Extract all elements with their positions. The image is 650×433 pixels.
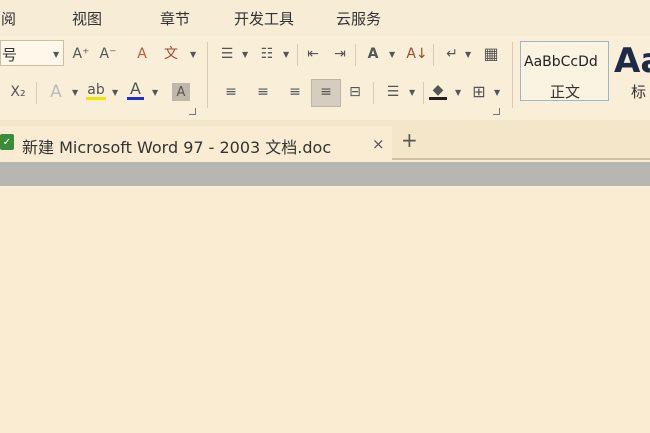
chevron-down-icon[interactable]: ▼ — [409, 88, 415, 97]
paragraph-dialog-launcher[interactable] — [493, 108, 500, 115]
char-scale-icon[interactable]: A — [363, 46, 383, 62]
chevron-down-icon[interactable]: ▼ — [112, 88, 118, 97]
divider — [423, 82, 424, 104]
align-justify-icon[interactable]: ≡ — [317, 84, 335, 100]
grow-font-icon[interactable]: A⁺ — [72, 46, 90, 62]
font-size-value: 号 — [2, 46, 18, 64]
font-color-icon[interactable]: A — [127, 81, 144, 100]
style-normal[interactable]: AaBbCcDd 正文 — [520, 41, 609, 101]
chevron-down-icon[interactable]: ▼ — [494, 88, 500, 97]
document-tab-title: 新建 Microsoft Word 97 - 2003 文档.doc — [22, 138, 332, 157]
style-sample: AaBbCcDd — [524, 54, 598, 70]
document-tab[interactable]: ✓ 新建 Microsoft Word 97 - 2003 文档.doc × — [0, 126, 392, 160]
close-tab-icon[interactable]: × — [372, 135, 385, 153]
divider — [373, 82, 374, 104]
clear-format-icon[interactable]: A — [133, 46, 151, 62]
chevron-down-icon[interactable]: ▼ — [389, 50, 395, 59]
divider — [355, 44, 356, 66]
new-tab-icon[interactable]: + — [401, 128, 418, 152]
show-marks-icon[interactable]: ↵ — [444, 46, 460, 62]
sort-icon[interactable]: A↓ — [406, 46, 427, 62]
align-center-icon[interactable]: ≡ — [254, 84, 272, 100]
bullets-icon[interactable]: ☰ — [218, 46, 236, 62]
style-sample: Aa — [614, 41, 650, 81]
borders-icon[interactable]: ⊞ — [470, 83, 488, 101]
distributed-align-icon[interactable]: ⊟ — [345, 84, 365, 100]
font-size-select[interactable]: 号 ▼ — [0, 40, 64, 66]
chevron-down-icon[interactable]: ▼ — [72, 88, 78, 97]
style-name: 标 — [631, 83, 647, 101]
divider — [207, 42, 208, 108]
document-canvas[interactable] — [0, 186, 650, 433]
menu-cloud[interactable]: 云服务 — [336, 8, 381, 29]
menu-view[interactable]: 视图 — [72, 8, 102, 29]
style-name: 正文 — [550, 83, 581, 101]
char-shading-icon[interactable]: A — [172, 83, 190, 101]
menu-review[interactable]: 审阅 — [0, 8, 16, 29]
table-icon[interactable]: ▦ — [482, 45, 500, 63]
increase-indent-icon[interactable]: ⇥ — [331, 46, 349, 62]
chevron-down-icon: ▼ — [53, 50, 60, 59]
chevron-down-icon[interactable]: ▼ — [455, 88, 461, 97]
chevron-down-icon[interactable]: ▼ — [465, 50, 471, 59]
divider — [297, 44, 298, 66]
font-dialog-launcher[interactable] — [189, 108, 196, 115]
word-doc-icon: ✓ — [0, 134, 14, 150]
numbering-icon[interactable]: ☷ — [258, 46, 276, 62]
ruler-bar — [0, 162, 650, 186]
subscript-icon[interactable]: X₂ — [7, 84, 29, 100]
chevron-down-icon[interactable]: ▼ — [242, 50, 248, 59]
highlight-icon[interactable]: ab — [86, 82, 106, 100]
paragraph-shading-icon[interactable]: ◆ — [429, 82, 447, 100]
text-effect-icon[interactable]: A — [47, 83, 65, 101]
style-heading[interactable]: Aa 标 — [611, 41, 650, 101]
align-left-icon[interactable]: ≡ — [222, 84, 240, 100]
divider — [512, 42, 513, 108]
line-spacing-icon[interactable]: ☰ — [384, 84, 402, 100]
menu-developer[interactable]: 开发工具 — [234, 8, 294, 29]
menu-bar: 审阅 视图 章节 开发工具 云服务 — [0, 0, 650, 36]
divider — [433, 44, 434, 66]
ribbon: 号 ▼ A⁺ A⁻ A 文 ▼ ☰ ▼ ☷ ▼ ⇤ ⇥ A ▼ A↓ ↵ ▼ ▦… — [0, 36, 650, 120]
chevron-down-icon[interactable]: ▼ — [190, 50, 196, 59]
chevron-down-icon[interactable]: ▼ — [152, 88, 158, 97]
divider — [36, 82, 37, 104]
menu-chapter[interactable]: 章节 — [160, 8, 190, 29]
document-tab-bar: ✓ 新建 Microsoft Word 97 - 2003 文档.doc × + — [0, 120, 650, 160]
phonetic-guide-icon[interactable]: 文 — [162, 46, 180, 62]
decrease-indent-icon[interactable]: ⇤ — [304, 46, 322, 62]
shrink-font-icon[interactable]: A⁻ — [99, 46, 117, 62]
chevron-down-icon[interactable]: ▼ — [283, 50, 289, 59]
align-right-icon[interactable]: ≡ — [286, 84, 304, 100]
